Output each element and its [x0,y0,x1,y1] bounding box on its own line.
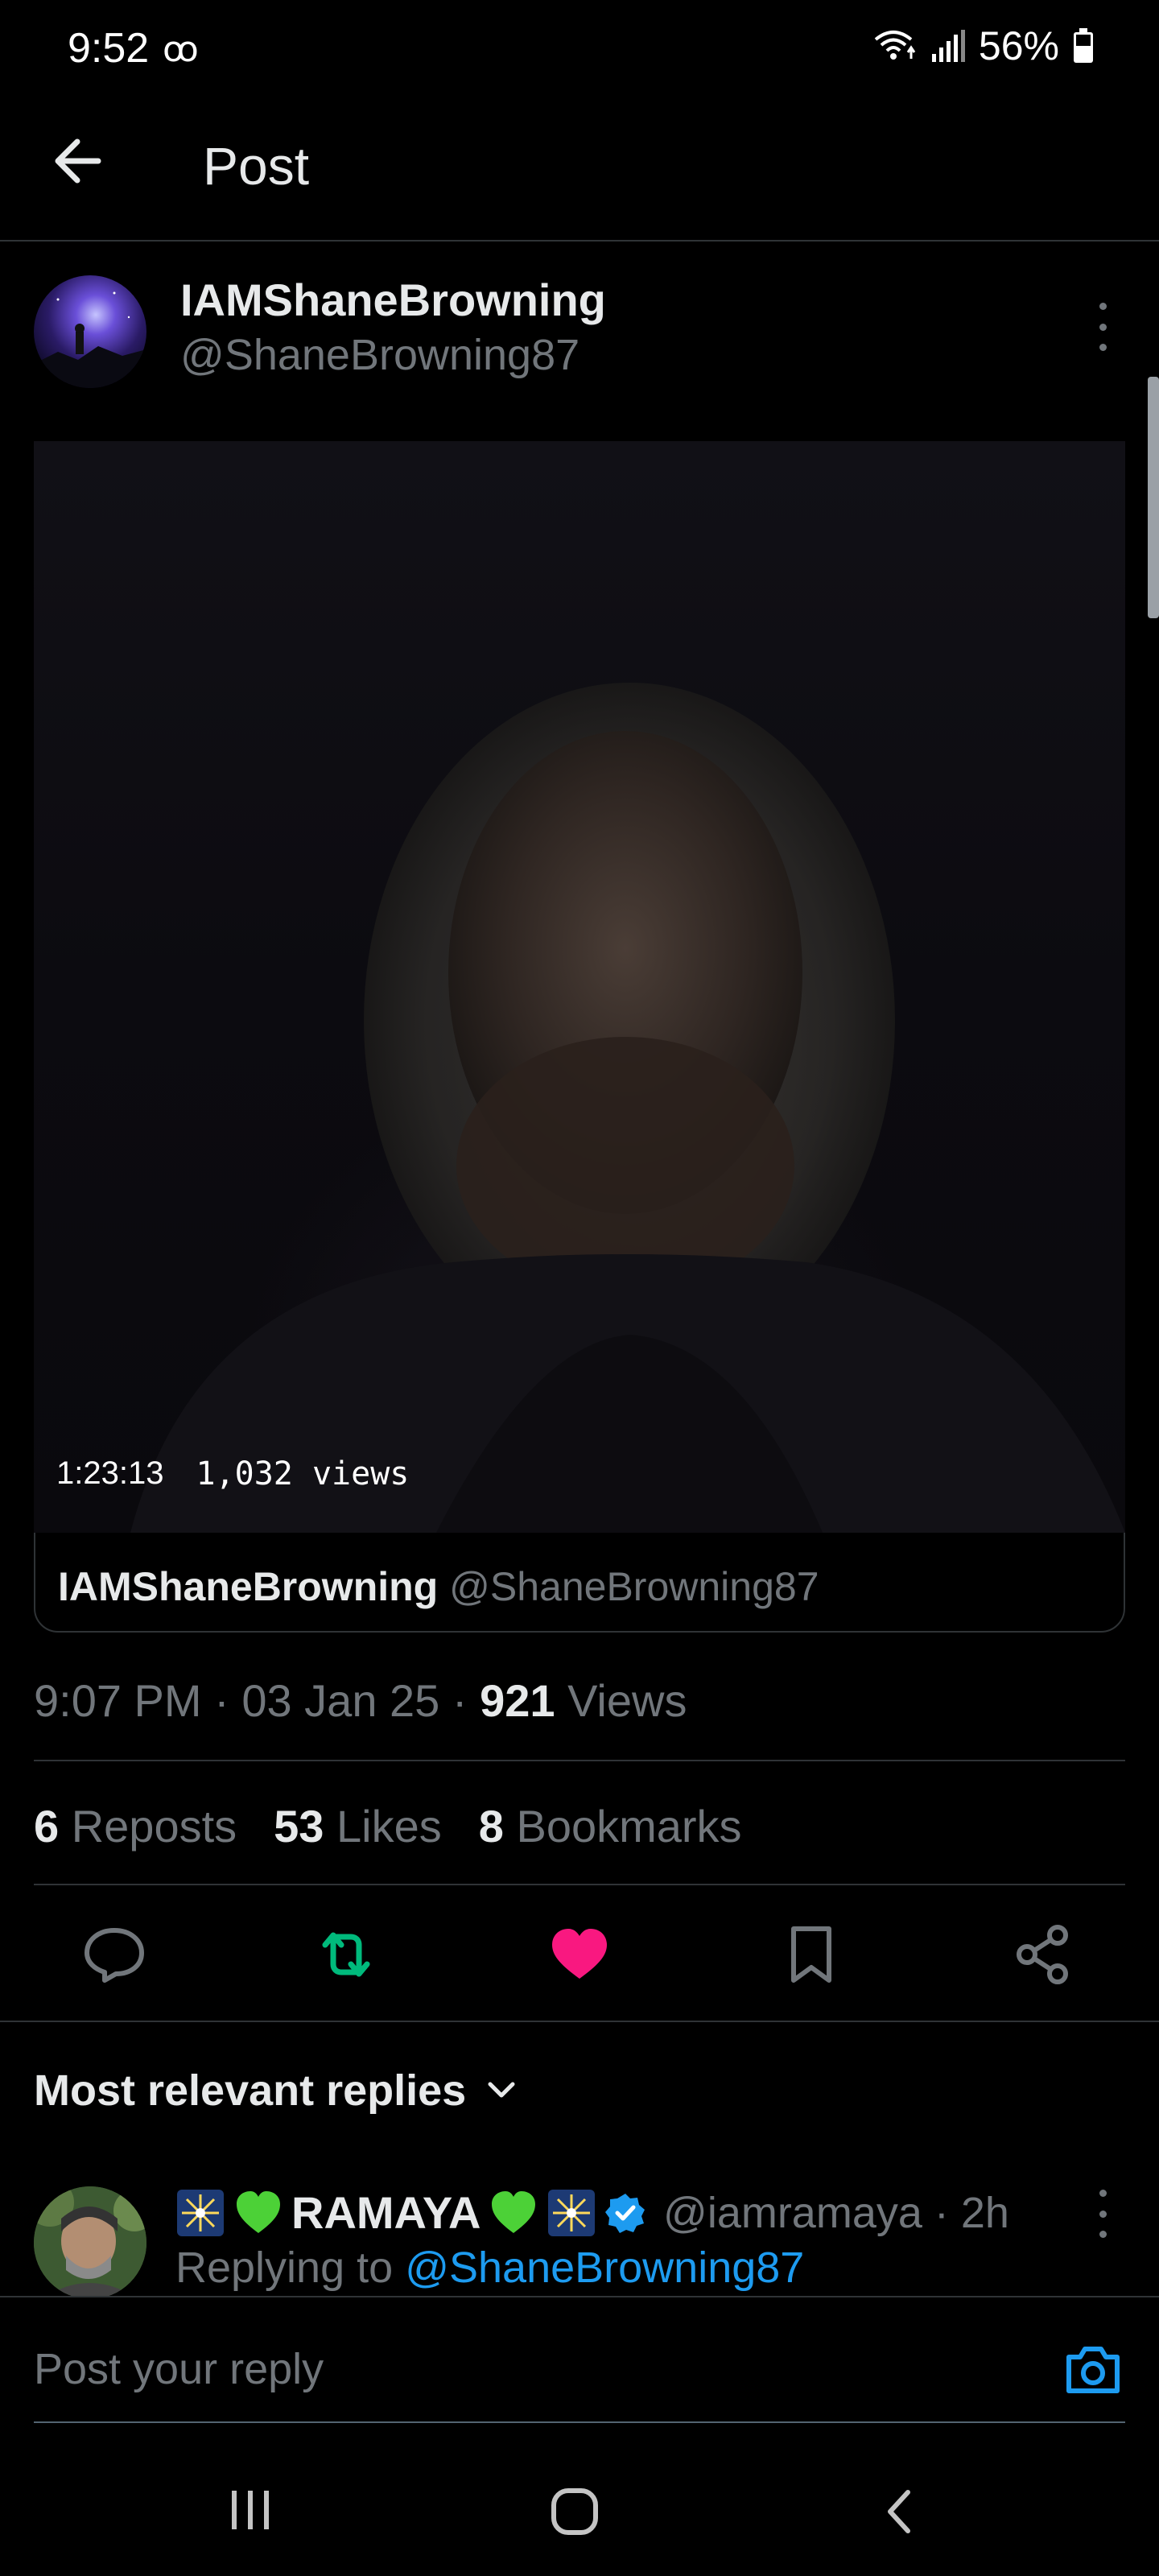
battery-percent: 56% [978,23,1059,68]
green-heart-emoji-icon [237,2190,280,2233]
video-author-handle: @ShaneBrowning87 [449,1564,819,1609]
status-time: 9:52 [68,25,150,72]
author-name[interactable]: IAMShaneBrowning [180,274,606,326]
back-arrow-icon[interactable] [48,129,113,193]
video-stats: 1:23:13 1,032 views [56,1455,409,1492]
likes-count: 53 [274,1801,324,1852]
system-nav-bar [0,2423,1159,2576]
camera-icon[interactable] [1061,2338,1125,2402]
voicemail-icon: ꝏ [163,30,199,69]
replying-to: Replying to @ShaneBrowning87 [175,2243,804,2293]
reposts-count-link[interactable]: 6 Reposts [34,1800,237,1852]
bookmarks-label: Bookmarks [516,1801,742,1852]
header-divider [0,240,1159,242]
wifi-icon [874,31,916,60]
reply-input[interactable]: Post your reply [34,2344,324,2394]
video-views: 1,032 views [196,1455,410,1492]
like-icon[interactable] [546,1921,613,1988]
engagement-counts: 6 Reposts 53 Likes 8 Bookmarks [34,1800,742,1852]
meta-divider [34,1760,1125,1761]
sparkler-emoji-icon [548,2189,596,2236]
replying-prefix: Replying to [175,2244,394,2292]
views-label: Views [567,1675,687,1726]
recent-apps-icon[interactable] [227,2487,275,2533]
reply-author[interactable]: RAMAYA [175,2186,646,2239]
reply-age: 2h [960,2189,1009,2237]
actions-divider [0,2021,1159,2022]
share-icon[interactable] [1009,1921,1077,1988]
page-title: Post [203,136,310,196]
system-back-icon[interactable] [881,2487,919,2536]
home-icon[interactable] [549,2486,600,2537]
reply-more-options-icon[interactable] [1087,2190,1119,2238]
reply-author-handle: @iamramaya [663,2189,922,2237]
likes-count-link[interactable]: 53 Likes [274,1800,442,1852]
bookmark-icon[interactable] [777,1921,845,1988]
bookmarks-count: 8 [478,1801,504,1852]
sparkler-emoji-icon [177,2189,224,2236]
replying-to-handle[interactable]: @ShaneBrowning87 [405,2244,804,2292]
video-player[interactable] [34,441,1125,1533]
views-count: 921 [480,1675,555,1726]
post-time: 9:07 PM [34,1675,202,1726]
reply-icon[interactable] [80,1921,148,1988]
more-options-icon[interactable] [1087,303,1119,351]
battery-icon [1074,28,1093,63]
reply-avatar[interactable] [34,2186,146,2299]
replies-sort-dropdown[interactable]: Most relevant replies [34,2066,519,2116]
reposts-count: 6 [34,1801,60,1852]
scrollbar[interactable] [1148,377,1159,618]
replies-heading: Most relevant replies [34,2066,467,2115]
counts-divider [34,1884,1125,1885]
video-frame [130,683,1125,1533]
author-avatar[interactable] [34,275,146,388]
post-date: 03 Jan 25 [241,1675,440,1726]
repost-icon[interactable] [312,1921,380,1988]
likes-label: Likes [336,1801,442,1852]
video-duration: 1:23:13 [56,1455,164,1491]
author-handle[interactable]: @ShaneBrowning87 [180,330,580,380]
reply-meta: @iamramaya · 2h [663,2189,1009,2237]
signal-icon [931,30,965,62]
video-attribution[interactable]: IAMShaneBrowning @ShaneBrowning87 [58,1563,819,1610]
bookmarks-count-link[interactable]: 8 Bookmarks [479,1800,742,1852]
reply-author-name: RAMAYA [291,2187,481,2238]
chevron-down-icon [488,2082,515,2098]
status-icons: 56% [872,23,1095,69]
post-timestamp: 9:07 PM · 03 Jan 25 · 921 Views [34,1675,687,1726]
verified-badge-icon [605,2193,645,2233]
green-heart-emoji-icon [492,2190,536,2233]
reposts-label: Reposts [71,1801,237,1852]
video-author-name: IAMShaneBrowning [58,1564,439,1609]
